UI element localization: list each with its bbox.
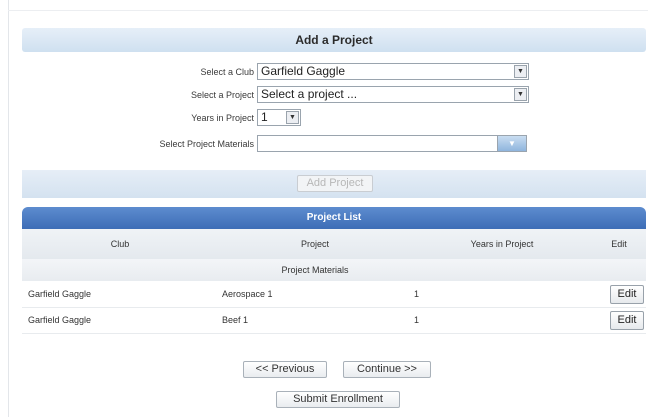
column-header-club: Club (110, 239, 130, 249)
chevron-down-icon[interactable]: ▼ (514, 88, 527, 101)
row-years: 1 (414, 315, 420, 325)
club-select-value: Garfield Gaggle (261, 64, 346, 78)
row-project: Aerospace 1 (222, 289, 273, 299)
years-label: Years in Project (191, 113, 254, 123)
edit-button[interactable]: Edit (610, 285, 644, 304)
column-header-edit: Edit (611, 239, 627, 249)
row-club: Garfield Gaggle (28, 289, 92, 299)
page-top-border (8, 10, 648, 11)
chevron-down-icon[interactable]: ▼ (497, 136, 526, 151)
club-label: Select a Club (200, 67, 254, 77)
project-list-header: Project List (22, 207, 646, 229)
add-project-header: Add a Project (22, 28, 646, 52)
chevron-down-icon[interactable]: ▼ (514, 65, 527, 78)
table-row: Garfield Gaggle Aerospace 1 1 Edit (22, 282, 646, 308)
row-project: Beef 1 (222, 315, 249, 325)
previous-button[interactable]: << Previous (243, 361, 327, 378)
add-project-button[interactable]: Add Project (297, 175, 373, 192)
add-project-bar: Add Project (22, 170, 646, 198)
continue-button[interactable]: Continue >> (343, 361, 431, 378)
table-row: Garfield Gaggle Beef 1 1 Edit (22, 308, 646, 334)
column-header-years: Years in Project (470, 239, 534, 249)
submit-enrollment-button[interactable]: Submit Enrollment (276, 391, 400, 408)
materials-select[interactable]: ▼ (257, 135, 527, 152)
row-years: 1 (414, 289, 420, 299)
materials-label: Select Project Materials (159, 139, 254, 149)
subheader-project-materials: Project Materials (281, 265, 349, 275)
project-select-value: Select a project ... (261, 87, 358, 101)
project-label: Select a Project (190, 90, 254, 100)
years-select-value: 1 (261, 110, 268, 124)
column-header-project: Project (300, 239, 329, 249)
club-select[interactable]: Garfield Gaggle ▼ (257, 63, 529, 80)
club-row: Select a Club Garfield Gaggle ▼ (0, 63, 652, 83)
project-row: Select a Project Select a project ... ▼ (0, 86, 652, 106)
project-list-column-headers: Club Project Years in Project Edit (22, 229, 646, 260)
years-row: Years in Project 1 ▼ (0, 109, 652, 129)
row-club: Garfield Gaggle (28, 315, 92, 325)
project-select[interactable]: Select a project ... ▼ (257, 86, 529, 103)
chevron-down-icon[interactable]: ▼ (286, 111, 299, 124)
materials-row: Select Project Materials ▼ (0, 135, 652, 155)
project-materials-subheader: Project Materials (22, 259, 646, 281)
years-select[interactable]: 1 ▼ (257, 109, 301, 126)
edit-button[interactable]: Edit (610, 311, 644, 330)
